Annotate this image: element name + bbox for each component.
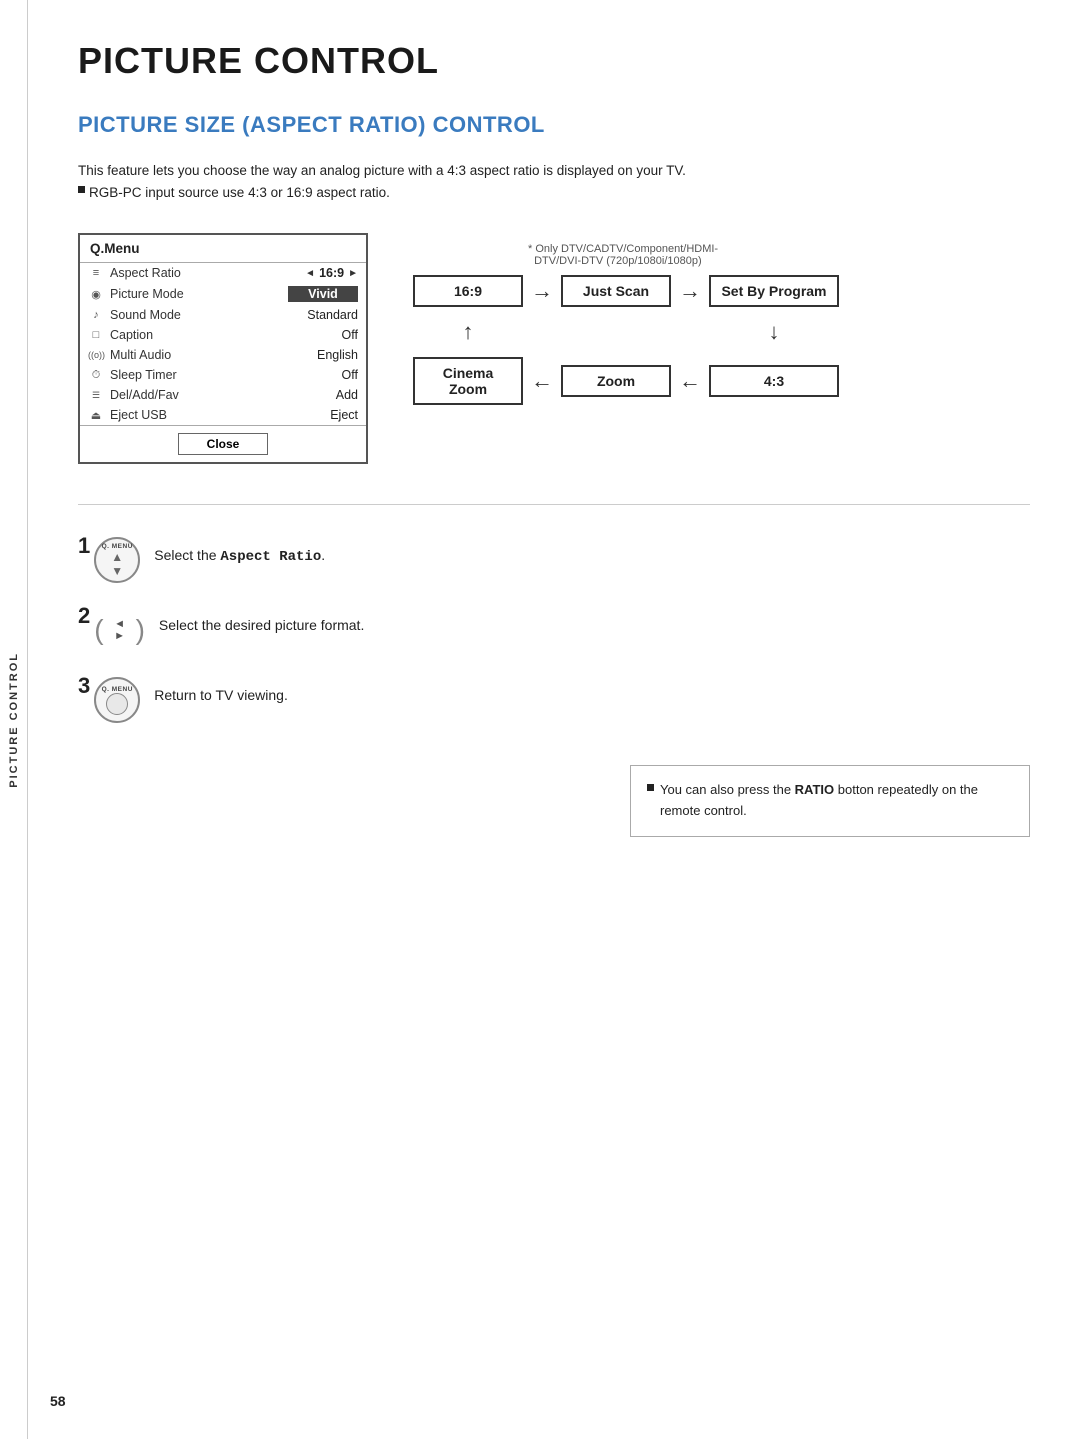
side-label: PICTURE CONTROL [0, 0, 28, 1439]
qmenu-row-sleep-timer: ⏱ Sleep Timer Off [80, 365, 366, 385]
intro-text: This feature lets you choose the way an … [78, 160, 1030, 203]
eject-usb-icon: ⏏ [88, 409, 104, 422]
step-2-text: Select the desired picture format. [159, 605, 364, 636]
ratio-box-zoom: Zoom [561, 365, 671, 397]
steps-area: 1 Q. MENU ▲ ▼ Select the Aspect Ratio. 2… [78, 535, 1030, 725]
step-3-text: Return to TV viewing. [154, 675, 288, 706]
bullet-square [78, 186, 85, 193]
qmenu-close-row: Close [80, 425, 366, 462]
note-box-area: You can also press the RATIO botton repe… [78, 765, 1030, 837]
arrow-left-2: ← [671, 368, 709, 394]
sleep-timer-icon: ⏱ [88, 369, 104, 382]
section-divider [78, 504, 1030, 505]
ratio-box-cinema-zoom: Cinema Zoom [413, 357, 523, 405]
step-1-text: Select the Aspect Ratio. [154, 535, 325, 568]
ratio-flow-diagram: * Only DTV/CADTV/Component/HDMI- DTV/DVI… [408, 243, 1030, 405]
ratio-box-just-scan: Just Scan [561, 275, 671, 307]
picture-mode-icon: ◉ [88, 288, 104, 301]
multi-audio-icon: ((o)) [88, 350, 104, 360]
qmenu-row-picture-mode: ◉ Picture Mode Vivid [80, 283, 366, 305]
step-2-nav-buttons: ( ◄ ► ) [94, 612, 145, 648]
step-1-qmenu-button: Q. MENU ▲ ▼ [94, 537, 140, 583]
ratio-box-set-by-program: Set By Program [709, 275, 839, 307]
arrow-up: ↑ [413, 319, 523, 345]
step-2: 2 ( ◄ ► ) Select the desired picture for… [78, 605, 1030, 655]
step-1: 1 Q. MENU ▲ ▼ Select the Aspect Ratio. [78, 535, 1030, 585]
qmenu-row-aspect-ratio: ≡ Aspect Ratio ◄ 16:9 ► [80, 263, 366, 283]
qmenu-row-multi-audio: ((o)) Multi Audio English [80, 345, 366, 365]
note-text: You can also press the RATIO botton repe… [660, 780, 1013, 822]
arrow-right-2: → [671, 278, 709, 304]
arrow-right-1: → [523, 278, 561, 304]
qmenu-box: Q.Menu ≡ Aspect Ratio ◄ 16:9 ► ◉ Picture… [78, 233, 368, 464]
step-1-number: 1 [78, 533, 90, 559]
arrow-down: ↓ [709, 319, 839, 345]
step-3: 3 Q. MENU Return to TV viewing. [78, 675, 1030, 725]
section-title: PICTURE SIZE (ASPECT RATIO) CONTROL [78, 112, 1030, 138]
page-title: PICTURE CONTROL [78, 40, 1030, 82]
qmenu-row-eject-usb: ⏏ Eject USB Eject [80, 405, 366, 425]
del-add-fav-icon: ☰ [88, 390, 104, 401]
note-box: You can also press the RATIO botton repe… [630, 765, 1030, 837]
ratio-box-16-9: 16:9 [413, 275, 523, 307]
sound-mode-icon: ♪ [88, 309, 104, 321]
qmenu-close-button[interactable]: Close [178, 433, 269, 455]
step-2-number: 2 [78, 603, 90, 629]
step-3-qmenu-button: Q. MENU [94, 677, 140, 723]
qmenu-row-caption: □ Caption Off [80, 325, 366, 345]
caption-icon: □ [88, 329, 104, 341]
note-bullet [647, 784, 654, 791]
qmenu-row-del-add-fav: ☰ Del/Add/Fav Add [80, 385, 366, 405]
qmenu-row-sound-mode: ♪ Sound Mode Standard [80, 305, 366, 325]
page-number: 58 [50, 1393, 66, 1409]
aspect-ratio-icon: ≡ [88, 267, 104, 279]
qmenu-title: Q.Menu [80, 235, 366, 263]
arrow-left-1: ← [523, 368, 561, 394]
diagram-area: Q.Menu ≡ Aspect Ratio ◄ 16:9 ► ◉ Picture… [78, 233, 1030, 464]
step-3-number: 3 [78, 673, 90, 699]
ratio-box-4-3: 4:3 [709, 365, 839, 397]
ratio-note: * Only DTV/CADTV/Component/HDMI- DTV/DVI… [528, 243, 1030, 267]
